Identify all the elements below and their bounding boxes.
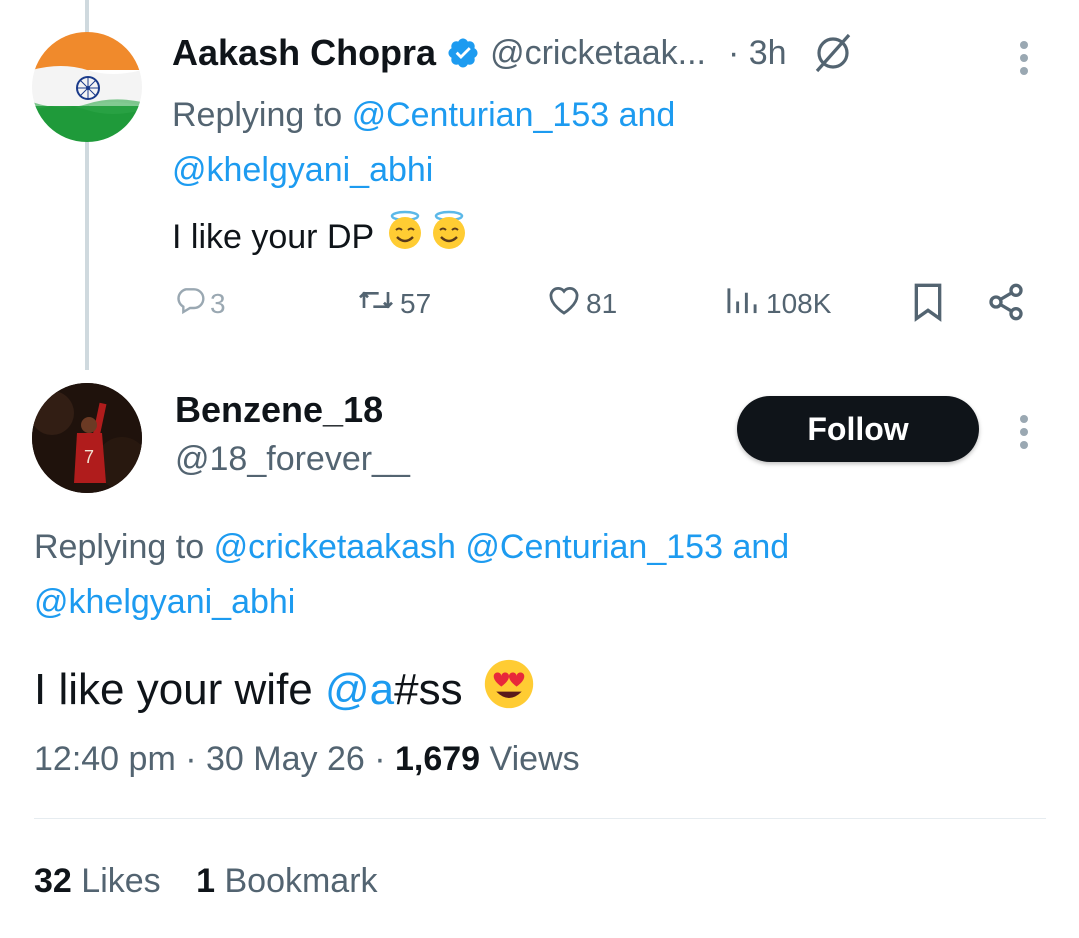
heart-icon <box>546 284 582 323</box>
tweet-time[interactable]: · 3h <box>728 34 787 73</box>
more-options-icon[interactable] <box>1020 36 1028 80</box>
views-count: 1,679 <box>395 740 481 778</box>
bookmarks-stat[interactable]: 1 Bookmark <box>196 862 377 900</box>
replying-to-line: Replying to @cricketaakash @Centurian_15… <box>34 528 790 621</box>
author-name[interactable]: Aakash Chopra <box>172 32 436 74</box>
more-options-icon[interactable] <box>1020 410 1028 454</box>
mention-link[interactable]: @Centurian_153 <box>465 528 723 566</box>
reply-icon <box>174 284 206 323</box>
svg-text:7: 7 <box>84 447 94 467</box>
avatar[interactable]: 7 <box>32 383 142 493</box>
reply-button[interactable]: 3 <box>174 284 226 323</box>
grok-icon[interactable] <box>811 31 855 75</box>
tweet-time[interactable]: 12:40 pm <box>34 740 176 778</box>
follow-button[interactable]: Follow <box>737 396 979 462</box>
views-button[interactable]: 108K <box>724 284 831 323</box>
repost-icon <box>356 284 396 323</box>
tweet-header: Aakash Chopra @cricketaak... · 3h <box>172 30 855 76</box>
bookmark-icon[interactable] <box>910 282 946 327</box>
like-button[interactable]: 81 <box>546 284 617 323</box>
mention-link[interactable]: @khelgyani_abhi <box>34 583 295 621</box>
repost-button[interactable]: 57 <box>356 284 431 323</box>
views-label: Views <box>489 740 580 778</box>
tweet-meta: 12:40 pm · 30 May 26 · 1,679 Views <box>34 740 580 778</box>
smiling-face-with-halo-emoji <box>383 208 427 261</box>
divider <box>34 818 1046 819</box>
engagement-summary: 32 Likes 1 Bookmark <box>34 862 378 901</box>
heart-eyes-emoji <box>481 656 537 723</box>
author-name[interactable]: Benzene_18 <box>175 389 383 431</box>
share-icon[interactable] <box>986 282 1026 327</box>
verified-badge-icon <box>446 36 480 70</box>
replying-to-line: Replying to @Centurian_153 and @khelgyan… <box>172 96 676 189</box>
author-handle[interactable]: @cricketaak... <box>490 34 706 73</box>
mention-link[interactable]: @Centurian_153 <box>352 96 610 134</box>
tweet-text: I like your DP <box>172 208 471 261</box>
mention-link[interactable]: @cricketaakash <box>214 528 456 566</box>
likes-stat[interactable]: 32 Likes <box>34 862 170 900</box>
smiling-face-with-halo-emoji <box>427 208 471 261</box>
tweet-date[interactable]: 30 May 26 <box>206 740 365 778</box>
mention-link[interactable]: @a <box>325 665 394 714</box>
author-handle[interactable]: @18_forever__ <box>175 440 410 479</box>
analytics-icon <box>724 284 760 323</box>
tweet-text: I like your wife @a#ss <box>34 656 537 723</box>
avatar[interactable] <box>32 32 142 142</box>
mention-link[interactable]: @khelgyani_abhi <box>172 151 433 189</box>
